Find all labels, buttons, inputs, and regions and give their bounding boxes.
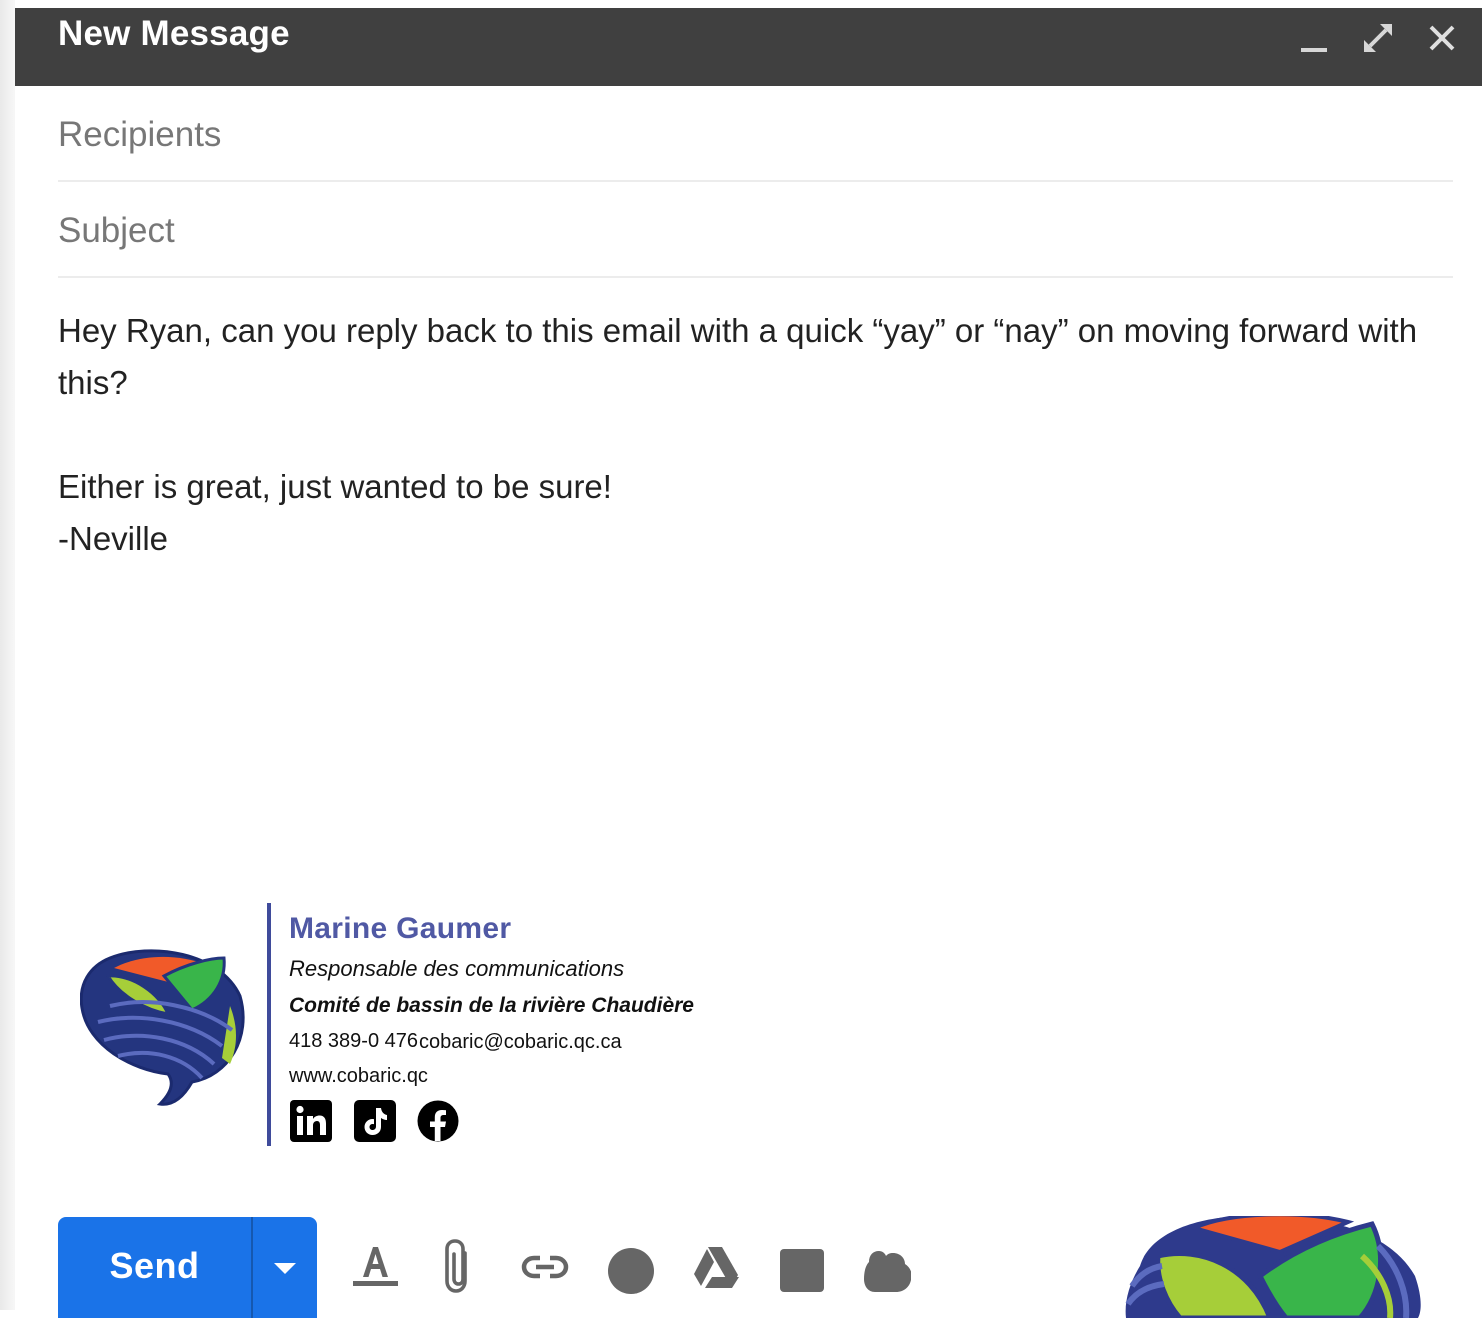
close-icon[interactable] <box>1422 18 1462 58</box>
signature-organization: Comité de bassin de la rivière Chaudière <box>289 994 694 1017</box>
organization-logo-large <box>1110 1216 1450 1318</box>
body-line: Hey Ryan, can you reply back to this ema… <box>58 312 1418 401</box>
body-line: Either is great, just wanted to be sure! <box>58 468 612 505</box>
organization-logo <box>79 946 245 1106</box>
text-format-icon[interactable] <box>350 1237 400 1297</box>
recipients-input[interactable] <box>58 112 1453 158</box>
signature-divider <box>267 903 271 1146</box>
send-button[interactable]: Send <box>58 1217 251 1318</box>
signature-phone: 418 389-0 476 <box>289 1030 419 1052</box>
attach-icon[interactable] <box>435 1237 485 1297</box>
body-line: -Neville <box>58 520 169 557</box>
subject-row <box>58 182 1453 278</box>
page-edge-shadow <box>0 0 15 1310</box>
subject-input[interactable] <box>58 208 1453 254</box>
drive-icon[interactable] <box>691 1237 741 1297</box>
linkedin-icon[interactable] <box>290 1100 332 1142</box>
compose-title: New Message <box>58 14 290 53</box>
compose-window: New Message Hey Ryan, can you reply back… <box>15 8 1482 1318</box>
minimize-icon[interactable] <box>1293 18 1333 58</box>
link-icon[interactable] <box>520 1237 570 1297</box>
signature-email[interactable]: cobaric@cobaric.qc.ca <box>419 1031 622 1054</box>
facebook-icon[interactable] <box>417 1100 459 1142</box>
expand-icon[interactable] <box>1358 18 1398 58</box>
signature-name: Marine Gaumer <box>289 912 512 945</box>
emoji-icon[interactable] <box>605 1237 655 1297</box>
signature-website[interactable]: www.cobaric.qc <box>289 1065 428 1088</box>
message-body[interactable]: Hey Ryan, can you reply back to this ema… <box>58 305 1453 565</box>
send-button-group: Send <box>58 1217 317 1318</box>
tiktok-icon[interactable] <box>354 1100 396 1142</box>
confidential-icon[interactable] <box>861 1237 911 1297</box>
chevron-down-icon <box>274 1263 296 1274</box>
send-options-button[interactable] <box>253 1217 317 1318</box>
recipients-row <box>58 86 1453 182</box>
signature-role: Responsable des communications <box>289 956 625 981</box>
compose-titlebar: New Message <box>15 8 1482 86</box>
photo-icon[interactable] <box>777 1237 827 1297</box>
body-blank-line <box>58 409 1453 461</box>
